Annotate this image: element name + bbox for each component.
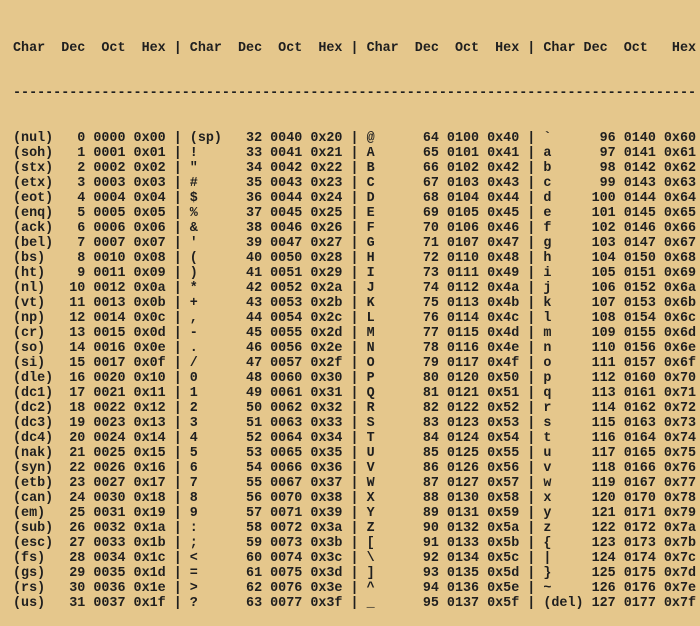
table-row: (np) 12 0014 0x0c | , 44 0054 0x2c | L 7… <box>13 311 700 326</box>
table-row: (dc3) 19 0023 0x13 | 3 51 0063 0x33 | S … <box>13 416 700 431</box>
table-row: (fs) 28 0034 0x1c | < 60 0074 0x3c | \ 9… <box>13 551 700 566</box>
table-row: (syn) 22 0026 0x16 | 6 54 0066 0x36 | V … <box>13 461 700 476</box>
table-row: (vt) 11 0013 0x0b | + 43 0053 0x2b | K 7… <box>13 296 700 311</box>
table-row: (si) 15 0017 0x0f | / 47 0057 0x2f | O 7… <box>13 356 700 371</box>
table-row: (cr) 13 0015 0x0d | - 45 0055 0x2d | M 7… <box>13 326 700 341</box>
ascii-table: Char Dec Oct Hex | Char Dec Oct Hex | Ch… <box>0 0 700 531</box>
table-row: (enq) 5 0005 0x05 | % 37 0045 0x25 | E 6… <box>13 206 700 221</box>
table-row: (dc4) 20 0024 0x14 | 4 52 0064 0x34 | T … <box>13 431 700 446</box>
table-row: (etb) 23 0027 0x17 | 7 55 0067 0x37 | W … <box>13 476 700 491</box>
table-separator: ----------------------------------------… <box>13 86 700 101</box>
table-row: (nul) 0 0000 0x00 | (sp) 32 0040 0x20 | … <box>13 131 700 146</box>
table-row: (dc1) 17 0021 0x11 | 1 49 0061 0x31 | Q … <box>13 386 700 401</box>
table-row: (sub) 26 0032 0x1a | : 58 0072 0x3a | Z … <box>13 521 700 536</box>
table-row: (soh) 1 0001 0x01 | ! 33 0041 0x21 | A 6… <box>13 146 700 161</box>
table-row: (esc) 27 0033 0x1b | ; 59 0073 0x3b | [ … <box>13 536 700 551</box>
table-row: (us) 31 0037 0x1f | ? 63 0077 0x3f | _ 9… <box>13 596 700 611</box>
table-row: (bs) 8 0010 0x08 | ( 40 0050 0x28 | H 72… <box>13 251 700 266</box>
table-row: (stx) 2 0002 0x02 | " 34 0042 0x22 | B 6… <box>13 161 700 176</box>
table-row: (can) 24 0030 0x18 | 8 56 0070 0x38 | X … <box>13 491 700 506</box>
table-row: (em) 25 0031 0x19 | 9 57 0071 0x39 | Y 8… <box>13 506 700 521</box>
table-row: (eot) 4 0004 0x04 | $ 36 0044 0x24 | D 6… <box>13 191 700 206</box>
table-row: (rs) 30 0036 0x1e | > 62 0076 0x3e | ^ 9… <box>13 581 700 596</box>
table-row: (gs) 29 0035 0x1d | = 61 0075 0x3d | ] 9… <box>13 566 700 581</box>
table-row: (ack) 6 0006 0x06 | & 38 0046 0x26 | F 7… <box>13 221 700 236</box>
table-row: (ht) 9 0011 0x09 | ) 41 0051 0x29 | I 73… <box>13 266 700 281</box>
table-row: (etx) 3 0003 0x03 | # 35 0043 0x23 | C 6… <box>13 176 700 191</box>
table-row: (nl) 10 0012 0x0a | * 42 0052 0x2a | J 7… <box>13 281 700 296</box>
table-row: (bel) 7 0007 0x07 | ' 39 0047 0x27 | G 7… <box>13 236 700 251</box>
table-row: (so) 14 0016 0x0e | . 46 0056 0x2e | N 7… <box>13 341 700 356</box>
table-row: (dle) 16 0020 0x10 | 0 48 0060 0x30 | P … <box>13 371 700 386</box>
table-row: (dc2) 18 0022 0x12 | 2 50 0062 0x32 | R … <box>13 401 700 416</box>
table-body: (nul) 0 0000 0x00 | (sp) 32 0040 0x20 | … <box>13 131 700 611</box>
table-row: (nak) 21 0025 0x15 | 5 53 0065 0x35 | U … <box>13 446 700 461</box>
table-header-row: Char Dec Oct Hex | Char Dec Oct Hex | Ch… <box>13 41 700 56</box>
